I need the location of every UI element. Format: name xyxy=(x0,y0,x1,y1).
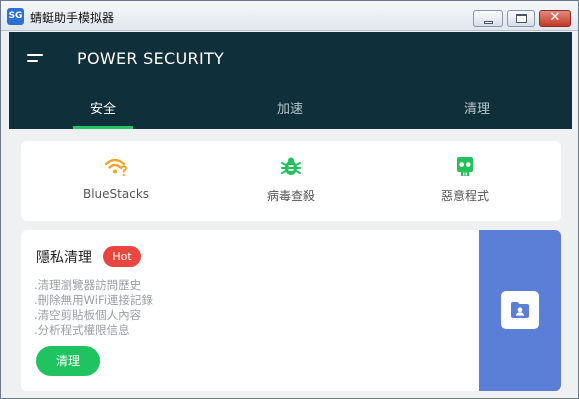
app-logo-icon: SG xyxy=(7,8,24,25)
list-item: .分析程式權限信息 xyxy=(34,323,130,337)
feature-card: BlueStacks 病毒查殺 惡意程式 xyxy=(21,141,561,221)
feature-label: 病毒查殺 xyxy=(266,189,315,203)
feature-label: BlueStacks xyxy=(82,187,150,201)
minimize-icon xyxy=(484,21,493,24)
list-item: .清空剪貼板個人內容 xyxy=(34,308,142,322)
privacy-clean-card: 隱私清理 Hot .清理瀏覽器訪問歷史 .刪除無用WiFi連接記錄 .清空剪貼板… xyxy=(21,230,561,391)
tab-security[interactable]: 安全 xyxy=(43,98,163,117)
bug-icon xyxy=(281,157,301,175)
wifi-question-icon xyxy=(104,158,127,177)
side-icon-tile xyxy=(501,291,539,329)
page-title: POWER SECURITY xyxy=(77,49,225,68)
privacy-feature-list: .清理瀏覽器訪問歷史 .刪除無用WiFi連接記錄 .清空剪貼板個人內容 .分析程… xyxy=(34,278,153,338)
hot-badge: Hot xyxy=(103,246,141,267)
skull-icon xyxy=(457,157,473,176)
feature-bluestacks[interactable]: BlueStacks xyxy=(36,155,196,201)
app-header: POWER SECURITY 安全 加速 清理 xyxy=(9,32,572,129)
title-bar[interactable]: SG 蜻蜓助手模拟器 ✕ xyxy=(1,1,578,31)
tab-boost[interactable]: 加速 xyxy=(230,98,350,117)
menu-icon[interactable] xyxy=(27,54,45,66)
list-item: .清理瀏覽器訪問歷史 xyxy=(34,278,142,292)
close-button[interactable]: ✕ xyxy=(539,10,571,27)
feature-virus-scan[interactable]: 病毒查殺 xyxy=(211,155,371,204)
tab-clean[interactable]: 清理 xyxy=(417,98,537,117)
clean-button[interactable]: 清理 xyxy=(36,346,100,376)
window-title: 蜻蜓助手模拟器 xyxy=(30,11,115,25)
close-icon: ✕ xyxy=(549,10,561,25)
feature-label: 惡意程式 xyxy=(440,189,489,203)
contact-folder-icon xyxy=(511,302,529,318)
minimize-button[interactable] xyxy=(473,10,503,27)
card-title: 隱私清理 xyxy=(36,250,92,266)
list-item: .刪除無用WiFi連接記錄 xyxy=(34,293,153,307)
emulator-window: SG 蜻蜓助手模拟器 ✕ POWER SECURITY 安全 加速 清理 Blu… xyxy=(0,0,579,399)
maximize-button[interactable] xyxy=(507,10,535,27)
privacy-side-panel[interactable] xyxy=(479,230,561,391)
feature-malware[interactable]: 惡意程式 xyxy=(385,155,545,204)
maximize-icon xyxy=(516,14,527,23)
active-tab-indicator xyxy=(73,126,133,129)
